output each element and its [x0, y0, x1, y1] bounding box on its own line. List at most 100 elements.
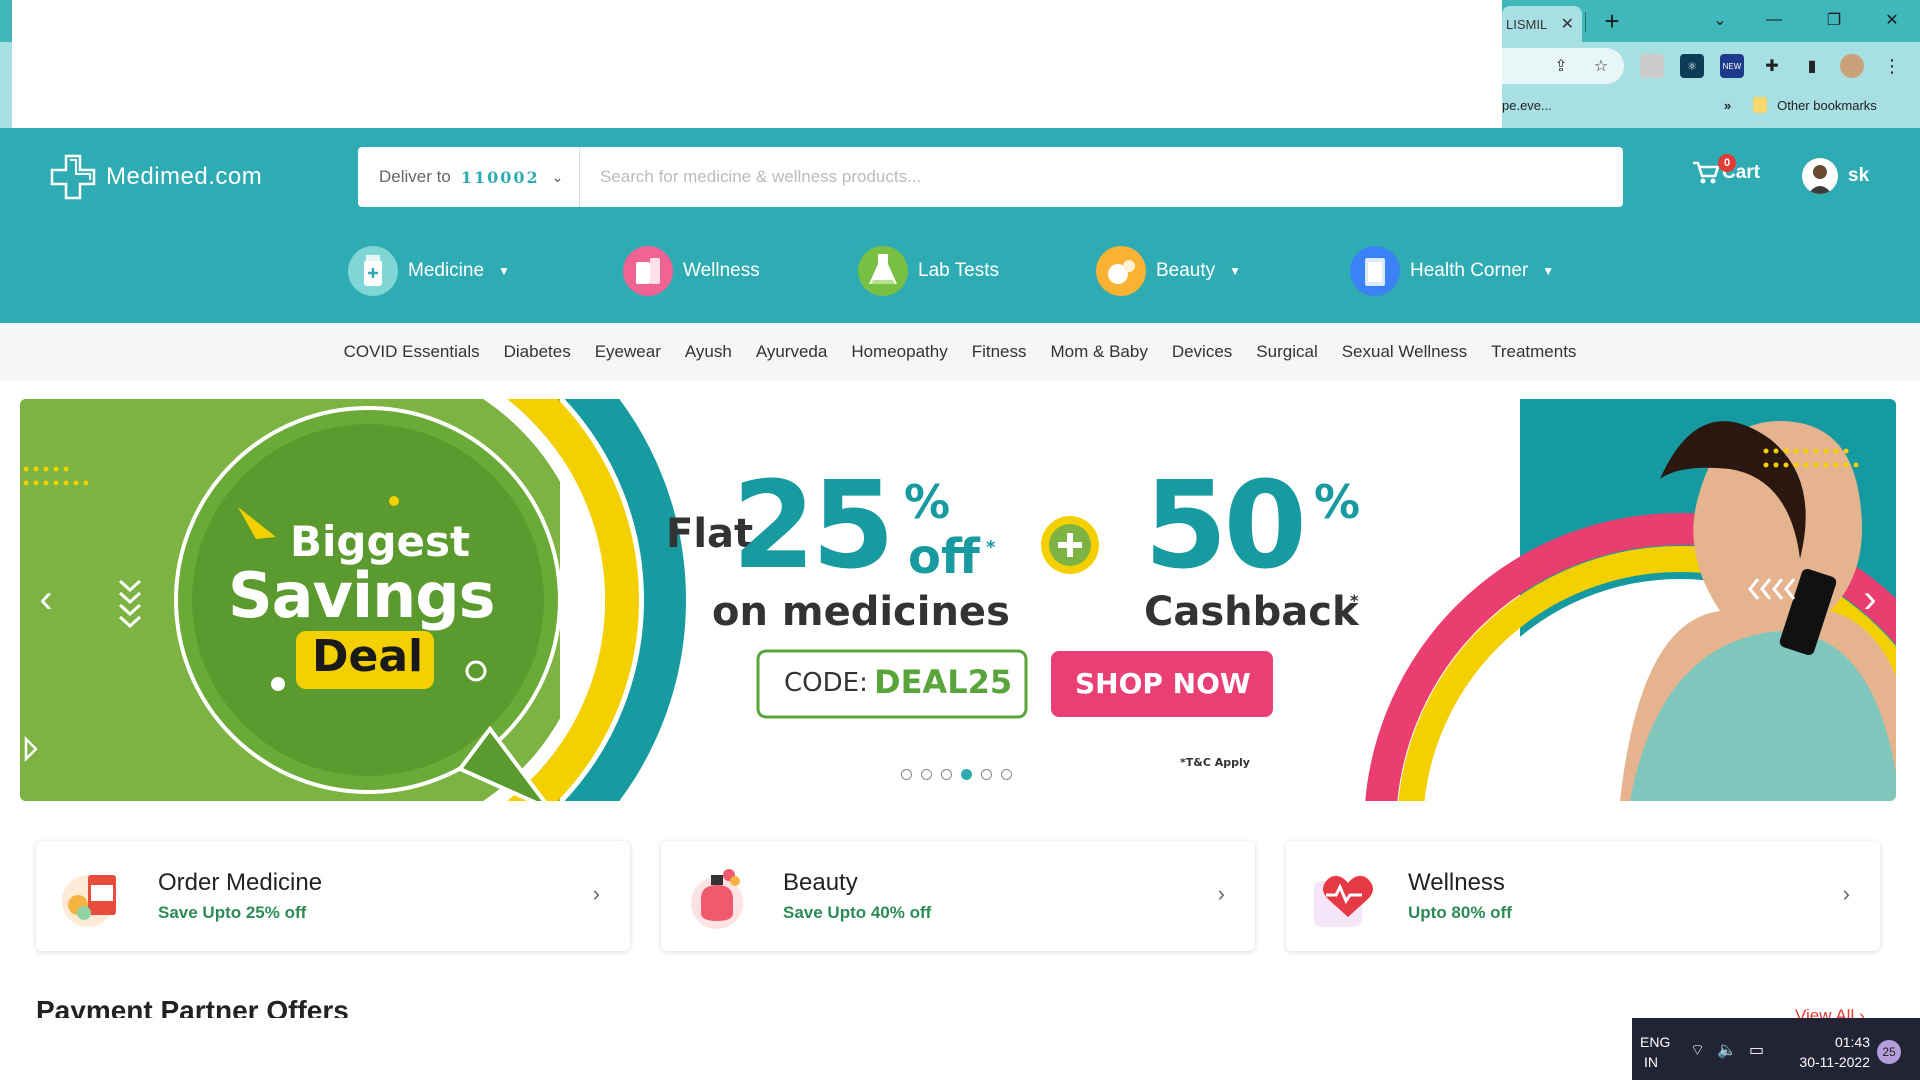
- deliver-to-selector[interactable]: Deliver to 110002 ⌄: [358, 147, 580, 207]
- beauty-card[interactable]: Beauty Save Upto 40% off ›: [661, 841, 1255, 951]
- pincode: 110002: [460, 167, 540, 187]
- perfume-bottle-icon: [683, 861, 753, 931]
- nav-health-corner[interactable]: Health Corner ▼: [1350, 246, 1554, 296]
- subnav-ayush[interactable]: Ayush: [685, 342, 732, 362]
- carousel-prev-icon[interactable]: ‹: [26, 577, 66, 621]
- extension-new-label: NEW: [1722, 61, 1742, 71]
- shop-now-button[interactable]: SHOP NOW: [1075, 667, 1251, 700]
- carousel-next-icon[interactable]: ›: [1850, 577, 1890, 621]
- other-bookmarks[interactable]: Other bookmarks: [1777, 98, 1877, 113]
- discount-percent: %: [904, 475, 951, 529]
- medical-cross-logo-icon: [50, 154, 96, 200]
- nav-wellness[interactable]: Wellness: [623, 246, 760, 296]
- carousel-dot-active[interactable]: [961, 769, 972, 780]
- carousel-dot[interactable]: [941, 769, 952, 780]
- nav-label: Lab Tests: [918, 260, 999, 281]
- carousel-dot[interactable]: [921, 769, 932, 780]
- subnav-fitness[interactable]: Fitness: [972, 342, 1027, 362]
- heart-pulse-icon: [1308, 861, 1378, 931]
- close-tab-icon[interactable]: ✕: [1561, 14, 1574, 34]
- notification-badge[interactable]: 25: [1877, 1040, 1901, 1064]
- profile-avatar-icon[interactable]: [1840, 54, 1864, 78]
- subnav-sexual-wellness[interactable]: Sexual Wellness: [1342, 342, 1467, 362]
- bookmark-star-icon[interactable]: ☆: [1590, 55, 1612, 77]
- extension-gray-icon[interactable]: [1640, 54, 1664, 78]
- browser-menu-icon[interactable]: ⋮: [1880, 54, 1904, 78]
- share-icon[interactable]: ⇪: [1550, 55, 1572, 77]
- tray-icons: ⌔ 🔈 ▭: [1690, 1040, 1764, 1060]
- user-menu[interactable]: sk: [1802, 158, 1869, 194]
- cart-count-badge: 0: [1718, 154, 1736, 172]
- carousel-dot[interactable]: [901, 769, 912, 780]
- subnav-homeopathy[interactable]: Homeopathy: [851, 342, 947, 362]
- bookmarks-bar: pe.eve... » Other bookmarks: [1502, 92, 1877, 118]
- battery-icon[interactable]: ▭: [1749, 1040, 1764, 1060]
- card-title: Order Medicine: [158, 869, 323, 896]
- category-cards: Order Medicine Save Upto 25% off › Beaut…: [36, 841, 1880, 951]
- nav-beauty[interactable]: Beauty ▼: [1096, 246, 1241, 296]
- chevron-right-icon: ›: [1842, 881, 1850, 906]
- caret-down-icon: ▼: [498, 264, 510, 278]
- wellness-card[interactable]: Wellness Upto 80% off ›: [1286, 841, 1880, 951]
- main-nav: Medicine ▼ Wellness Lab Tests Beauty ▼ H…: [0, 246, 1920, 304]
- site-header: Medimed.com Deliver to 110002 ⌄ 0 Cart s…: [0, 128, 1920, 323]
- react-devtools-icon[interactable]: ⚛: [1680, 54, 1704, 78]
- subnav-covid-essentials[interactable]: COVID Essentials: [344, 342, 480, 362]
- search-bar: Deliver to 110002 ⌄: [358, 147, 1623, 207]
- extensions-puzzle-icon[interactable]: ✚: [1760, 54, 1784, 78]
- flask-icon: [858, 246, 908, 296]
- volume-icon[interactable]: 🔈: [1717, 1040, 1737, 1060]
- medicine-box-icon: [58, 861, 128, 931]
- bookmarks-overflow-icon[interactable]: »: [1724, 98, 1731, 113]
- site-logo[interactable]: Medimed.com: [48, 152, 262, 202]
- clock-time: 01:43: [1834, 1034, 1870, 1050]
- subnav-devices[interactable]: Devices: [1172, 342, 1232, 362]
- cashback-label: Cashback: [1144, 589, 1359, 635]
- subnav-diabetes[interactable]: Diabetes: [504, 342, 571, 362]
- health-corner-icon: [1350, 246, 1400, 296]
- card-title: Beauty: [783, 869, 858, 896]
- chevron-right-icon: ›: [1217, 881, 1225, 906]
- avatar: [1802, 158, 1838, 194]
- card-title: Wellness: [1408, 869, 1505, 896]
- subnav-treatments[interactable]: Treatments: [1491, 342, 1576, 362]
- browser-tab[interactable]: LISMIL ✕: [1502, 6, 1582, 42]
- subnav-surgical[interactable]: Surgical: [1256, 342, 1317, 362]
- tab-search-icon[interactable]: ⌄: [1698, 4, 1742, 36]
- nav-medicine[interactable]: Medicine ▼: [348, 246, 510, 296]
- search-input[interactable]: [580, 147, 1623, 207]
- nav-lab-tests[interactable]: Lab Tests: [858, 246, 999, 296]
- blank-overlay: [12, 0, 1502, 128]
- carousel-dot[interactable]: [1001, 769, 1012, 780]
- minimize-button[interactable]: —: [1752, 4, 1796, 36]
- subnav-eyewear[interactable]: Eyewear: [595, 342, 661, 362]
- carousel-dots: [901, 769, 1012, 780]
- cashback-percent: %: [1314, 475, 1361, 529]
- beauty-cosmetics-icon: [1096, 246, 1146, 296]
- language-indicator[interactable]: ENG IN: [1640, 1032, 1670, 1072]
- new-extension-icon[interactable]: NEW: [1720, 54, 1744, 78]
- close-window-button[interactable]: ✕: [1870, 4, 1914, 36]
- subnav-mom-baby[interactable]: Mom & Baby: [1051, 342, 1148, 362]
- carousel-dot[interactable]: [981, 769, 992, 780]
- discount-number: 25: [732, 457, 895, 596]
- side-panel-icon[interactable]: ▮: [1800, 54, 1824, 78]
- promo-banner[interactable]: Biggest Savings Deal Flat 25 % off * on …: [20, 399, 1896, 801]
- badge-line-3: Deal: [312, 631, 424, 682]
- subnav-ayurveda[interactable]: Ayurveda: [756, 342, 828, 362]
- restore-button[interactable]: ❐: [1812, 4, 1856, 36]
- wellness-products-icon: [623, 246, 673, 296]
- bookmark-item[interactable]: pe.eve...: [1502, 98, 1552, 113]
- cart-button[interactable]: 0 Cart: [1692, 154, 1760, 186]
- deliver-label: Deliver to: [379, 167, 451, 186]
- tc-apply: *T&C Apply: [1180, 756, 1250, 769]
- order-medicine-card[interactable]: Order Medicine Save Upto 25% off ›: [36, 841, 630, 951]
- code-value: DEAL25: [874, 663, 1013, 701]
- new-tab-button[interactable]: +: [1597, 6, 1627, 36]
- wifi-icon[interactable]: ⌔: [1690, 1040, 1705, 1060]
- nav-label: Beauty: [1156, 260, 1216, 281]
- clock[interactable]: 01:43 30-11-2022: [1794, 1032, 1870, 1072]
- language-line-2: IN: [1644, 1054, 1658, 1070]
- chevron-right-icon: ›: [592, 881, 600, 906]
- caret-down-icon: ▼: [1229, 264, 1242, 278]
